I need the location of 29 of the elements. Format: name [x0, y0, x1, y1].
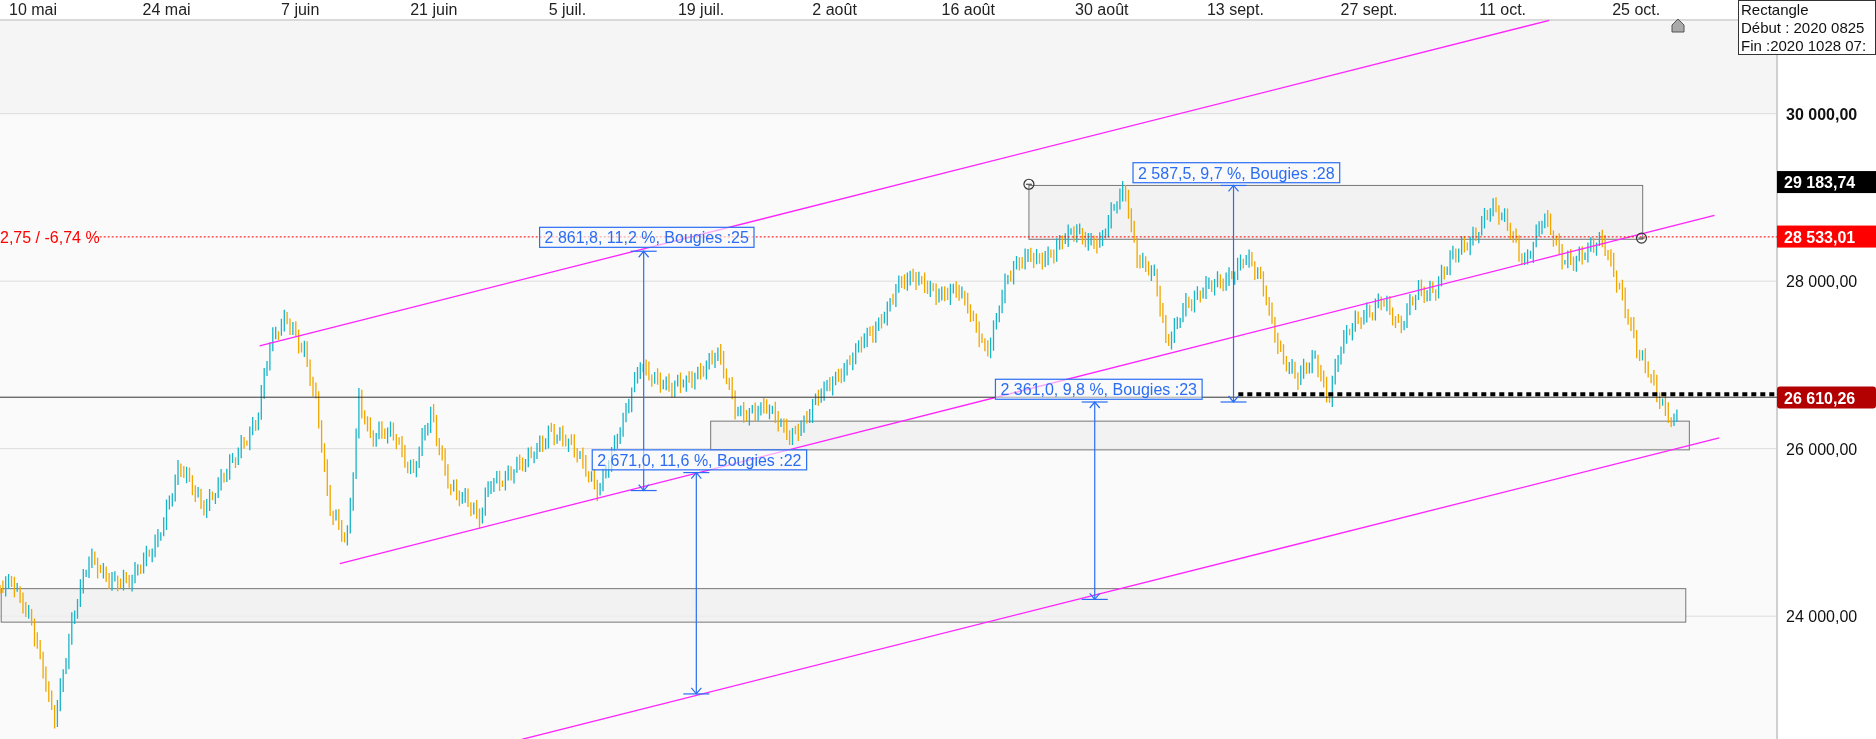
measurement-label: 2 671,0, 11,6 %, Bougies :22	[591, 449, 808, 471]
price-tag: 28 533,01	[1777, 225, 1876, 248]
level-line-label: 2,75 / -6,74 %	[0, 228, 100, 246]
home-icon[interactable]	[1671, 18, 1685, 33]
date-axis-label: 30 août	[1075, 1, 1129, 18]
date-axis-label: 27 sept.	[1340, 1, 1398, 18]
measurement-label: 2 587,5, 9,7 %, Bougies :28	[1132, 162, 1341, 184]
price-axis-label: 26 000,00	[1786, 440, 1858, 458]
date-axis-label: 10 mai	[9, 1, 57, 18]
date-axis-label: 2 août	[812, 1, 857, 18]
measurement-label: 2 361,0, 9,8 %, Bougies :23	[994, 378, 1203, 400]
price-tag: 26 610,26	[1777, 386, 1876, 409]
date-axis-label: 11 oct.	[1479, 1, 1526, 18]
date-axis-label: 13 sept.	[1206, 1, 1264, 18]
info-box: Rectangle Début : 2020 0825 Fin :2020 1028 07:	[1738, 0, 1876, 55]
price-axis-label: 28 000,00	[1786, 273, 1858, 291]
anchor-handle-icon[interactable]	[1635, 232, 1648, 244]
price-tag: 29 183,74	[1777, 171, 1876, 194]
price-axis-label: 30 000,00	[1786, 105, 1858, 123]
date-axis-label: 5 juil.	[548, 1, 587, 18]
measurement-label: 2 861,8, 11,2 %, Bougies :25	[539, 226, 755, 248]
date-axis-label: 16 août	[941, 1, 995, 18]
date-axis-label: 25 oct.	[1612, 1, 1661, 18]
date-axis-label: 24 mai	[142, 1, 191, 18]
date-axis-label: 19 juil.	[677, 1, 725, 18]
price-axis-label: 24 000,00	[1786, 608, 1858, 626]
date-axis-label: 7 juin	[281, 1, 320, 18]
anchor-handle-icon[interactable]	[1023, 178, 1035, 190]
date-axis-label: 21 juin	[410, 1, 458, 18]
